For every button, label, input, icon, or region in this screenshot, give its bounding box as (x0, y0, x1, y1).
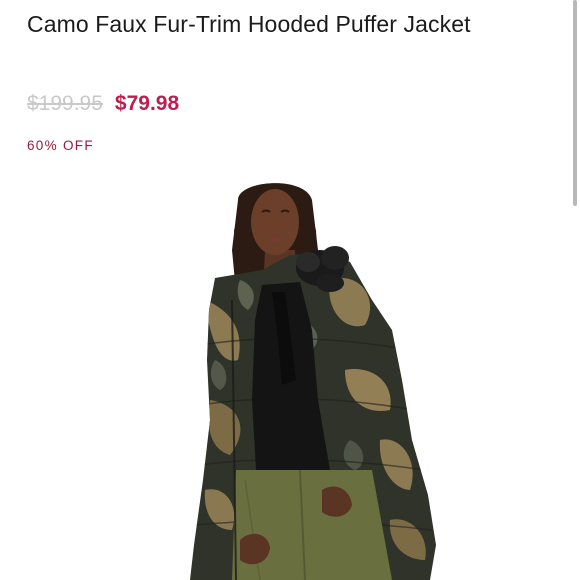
face-shape (251, 189, 299, 255)
product-image[interactable] (0, 175, 580, 580)
sale-price: $79.98 (114, 92, 180, 115)
original-price: $199.95 (27, 92, 103, 115)
discount-badge: 60% OFF (27, 138, 94, 153)
price-row: $199.95 $79.98 (27, 92, 179, 122)
product-title: Camo Faux Fur-Trim Hooded Puffer Jacket (27, 11, 471, 37)
